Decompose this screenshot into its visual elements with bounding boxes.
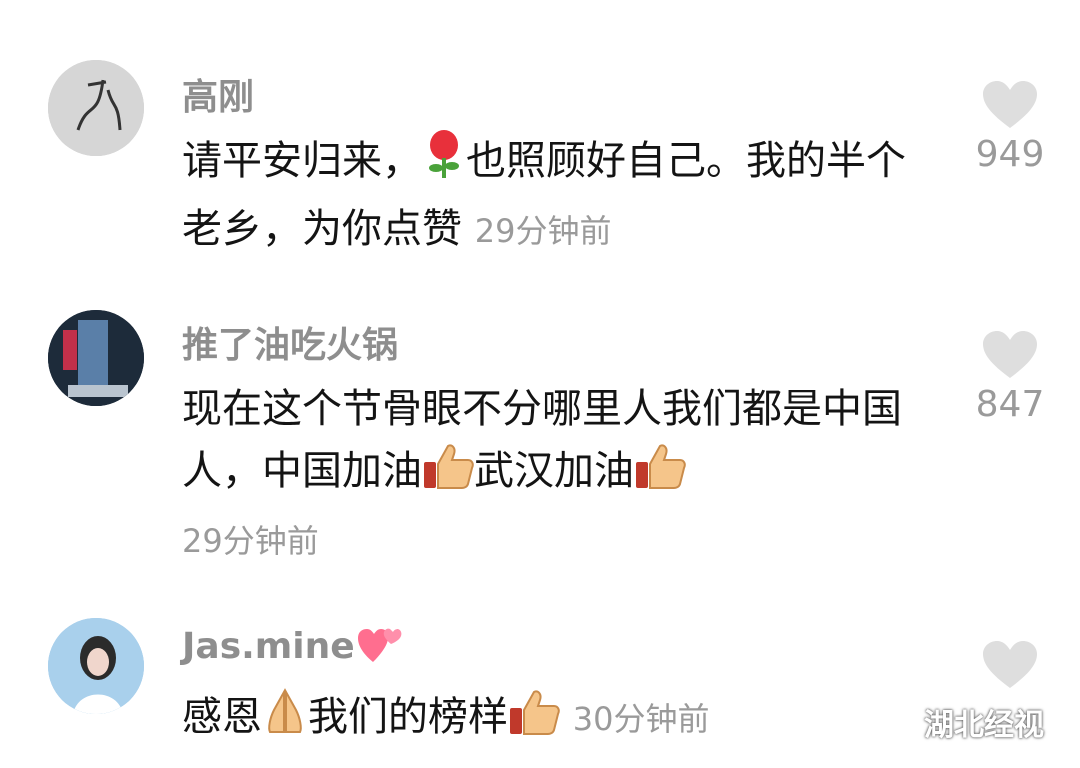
timestamp: 30分钟前 bbox=[572, 700, 710, 738]
timestamp: 29分钟前 bbox=[474, 212, 612, 250]
watermark: 湖北经视 bbox=[874, 700, 1044, 744]
username[interactable]: Jas.mine bbox=[182, 624, 403, 673]
wechat-icon bbox=[874, 706, 914, 737]
comment-text-part: 我们的榜样 bbox=[308, 694, 508, 740]
like-button[interactable]: 949 bbox=[970, 80, 1050, 175]
comment-text: 感恩 我们的榜样 30分钟前 bbox=[182, 686, 942, 754]
username[interactable]: 高刚 bbox=[182, 68, 254, 120]
comment-text-part: 武汉加油 bbox=[474, 448, 634, 494]
heart-icon bbox=[983, 81, 1037, 128]
thumbs-up-icon bbox=[508, 688, 560, 754]
avatar[interactable] bbox=[48, 618, 144, 714]
like-count: 847 bbox=[975, 384, 1045, 425]
timestamp: 29分钟前 bbox=[182, 522, 319, 560]
comment-text: 请平安归来， 也照顾好自己。我的半个老乡，为你点赞 29分钟前 bbox=[182, 128, 942, 262]
two-hearts-icon bbox=[357, 624, 403, 673]
thumbs-up-icon bbox=[422, 442, 474, 508]
username[interactable]: 推了油吃火锅 bbox=[182, 316, 398, 368]
comment-text-part: 感恩 bbox=[182, 694, 262, 740]
praying-hands-icon bbox=[262, 688, 308, 754]
like-button[interactable] bbox=[970, 640, 1050, 694]
heart-icon bbox=[983, 331, 1037, 378]
username-text: Jas.mine bbox=[182, 626, 355, 667]
avatar[interactable] bbox=[48, 310, 144, 406]
watermark-text: 湖北经视 bbox=[924, 708, 1044, 743]
like-count: 949 bbox=[975, 134, 1045, 175]
like-button[interactable]: 847 bbox=[970, 330, 1050, 425]
thumbs-up-icon bbox=[634, 442, 686, 508]
comment-text: 现在这个节骨眼不分哪里人我们都是中国人，中国加油 武汉加油 29分钟前 bbox=[182, 378, 942, 572]
heart-icon bbox=[983, 641, 1037, 688]
rose-icon bbox=[422, 128, 466, 198]
comment-text-part: 请平安归来， bbox=[182, 138, 422, 184]
avatar[interactable] bbox=[48, 60, 144, 156]
